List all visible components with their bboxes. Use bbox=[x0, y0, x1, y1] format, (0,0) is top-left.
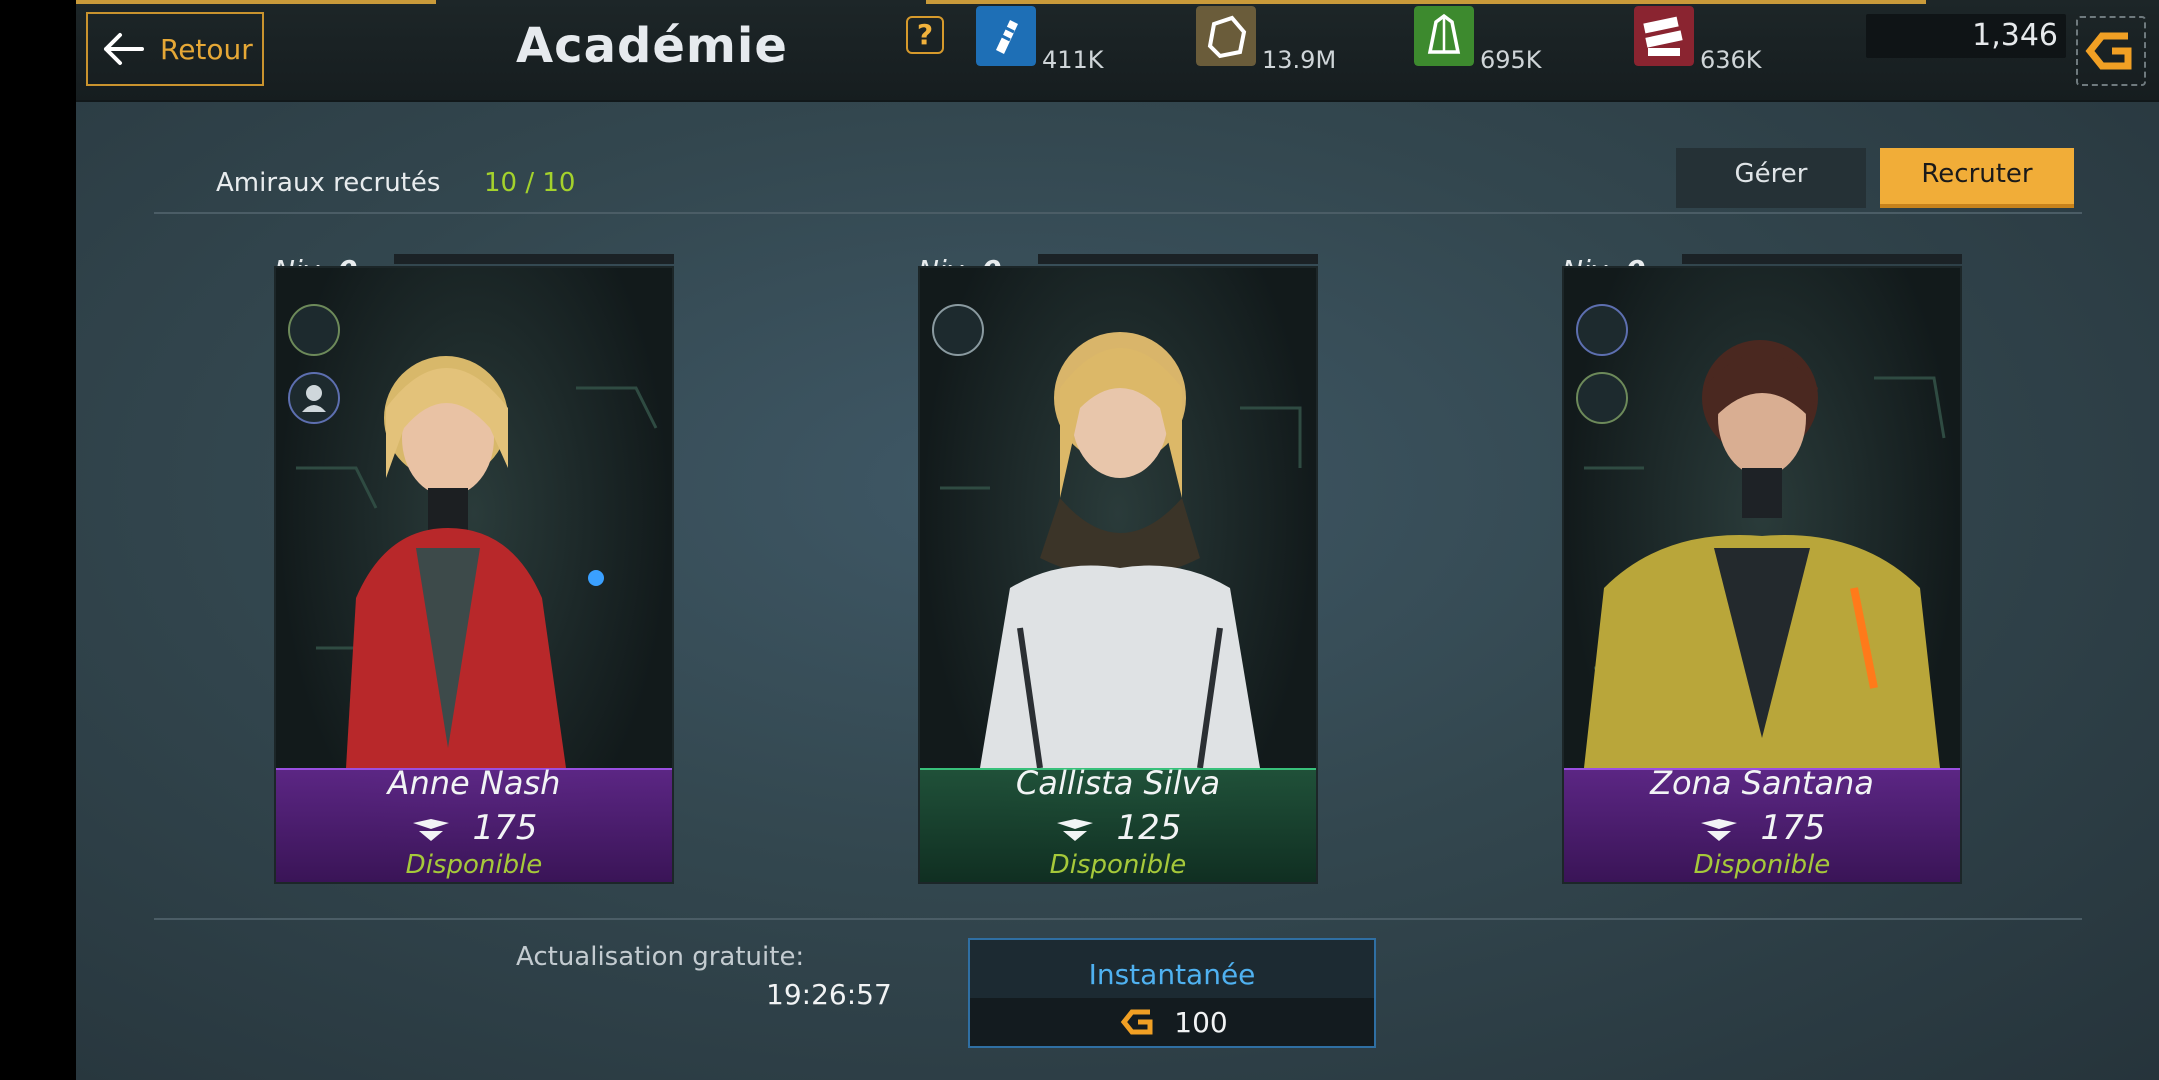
admiral-cost: 175 bbox=[276, 808, 672, 848]
card-top-bar bbox=[1682, 254, 1962, 264]
admiral-card-callista-silva[interactable]: Niv.0 Callista Silva 125 bbox=[918, 254, 1318, 884]
free-refresh-timer: 19:26:57 bbox=[766, 978, 892, 1011]
recruited-admirals-label: Amiraux recrutés bbox=[216, 168, 441, 198]
person-icon bbox=[302, 385, 326, 412]
resource-alloy-value: 636K bbox=[1700, 46, 1762, 74]
alloy-bars-icon bbox=[1634, 6, 1694, 66]
top-decor-line bbox=[926, 0, 1926, 4]
ship-badge-icon[interactable] bbox=[1576, 304, 1628, 356]
game-screen: Retour Académie ? 411K 13.9M 695K 636K 1… bbox=[76, 0, 2159, 1080]
rank-chevron-icon bbox=[412, 818, 449, 841]
back-button[interactable]: Retour bbox=[86, 12, 264, 86]
crystal-icon bbox=[1414, 6, 1474, 66]
card-frame: Zona Santana 175 Disponible bbox=[1562, 266, 1962, 884]
top-decor-line bbox=[76, 0, 436, 4]
tab-recruit[interactable]: Recruter bbox=[1880, 148, 2074, 208]
gold-purchase-button[interactable] bbox=[2076, 16, 2146, 86]
resource-energy-value: 411K bbox=[1042, 46, 1104, 74]
back-label: Retour bbox=[160, 32, 253, 66]
admiral-name: Anne Nash bbox=[387, 764, 561, 802]
tab-manage[interactable]: Gérer bbox=[1676, 148, 1866, 208]
gold-balance: 1,346 bbox=[1866, 14, 2066, 58]
card-info-panel: Anne Nash 175 Disponible bbox=[276, 764, 672, 882]
role-badge-icon[interactable] bbox=[288, 372, 340, 424]
card-top-bar bbox=[1038, 254, 1318, 264]
rank-chevron-icon bbox=[1700, 818, 1737, 841]
admiral-cost: 175 bbox=[1564, 808, 1960, 848]
instant-refresh-cost: 100 bbox=[970, 998, 1374, 1046]
card-frame: Callista Silva 125 Disponible bbox=[918, 266, 1318, 884]
resource-ore-value: 13.9M bbox=[1262, 46, 1337, 74]
admiral-name: Zona Santana bbox=[1650, 764, 1874, 802]
admiral-cost-value: 125 bbox=[1116, 808, 1182, 848]
page-title: Académie bbox=[516, 18, 788, 74]
rank-chevron-icon bbox=[1056, 818, 1093, 841]
arrow-left-icon bbox=[104, 33, 144, 65]
skill-badge-icon[interactable] bbox=[932, 304, 984, 356]
card-top-bar bbox=[394, 254, 674, 264]
free-refresh-label: Actualisation gratuite: bbox=[516, 942, 805, 972]
card-info-panel: Zona Santana 175 Disponible bbox=[1564, 764, 1960, 882]
ore-rock-icon bbox=[1196, 6, 1256, 66]
admiral-cost: 125 bbox=[920, 808, 1316, 848]
admiral-cost-value: 175 bbox=[472, 808, 538, 848]
admiral-card-anne-nash[interactable]: Niv.0 Anne Nas bbox=[274, 254, 674, 884]
gold-g-icon bbox=[2085, 32, 2132, 70]
recruited-admirals-count: 10 / 10 bbox=[484, 168, 576, 198]
energy-cell-icon bbox=[976, 6, 1036, 66]
admiral-status: Disponible bbox=[1049, 850, 1187, 880]
card-frame: Anne Nash 175 Disponible bbox=[274, 266, 674, 884]
admiral-status: Disponible bbox=[405, 850, 543, 880]
divider bbox=[154, 918, 2082, 920]
card-info-panel: Callista Silva 125 Disponible bbox=[920, 764, 1316, 882]
instant-refresh-label: Instantanée bbox=[1088, 958, 1256, 991]
instant-refresh-button[interactable]: Instantanée 100 bbox=[968, 938, 1376, 1048]
skill-badge-icon[interactable] bbox=[288, 304, 340, 356]
gold-value: 1,346 bbox=[1972, 18, 2058, 53]
top-bar: Retour Académie ? 411K 13.9M 695K 636K 1… bbox=[76, 0, 2159, 102]
admiral-name: Callista Silva bbox=[1015, 764, 1221, 802]
help-icon[interactable]: ? bbox=[906, 16, 944, 54]
gold-g-icon bbox=[1121, 1009, 1153, 1035]
admiral-card-zona-santana[interactable]: Niv.0 Zona Santana bbox=[1562, 254, 1962, 884]
admiral-status: Disponible bbox=[1693, 850, 1831, 880]
divider bbox=[154, 212, 2082, 214]
resource-crystal-value: 695K bbox=[1480, 46, 1542, 74]
structure-badge-icon[interactable] bbox=[1576, 372, 1628, 424]
instant-refresh-cost-value: 100 bbox=[1174, 1005, 1228, 1039]
admiral-cost-value: 175 bbox=[1760, 808, 1826, 848]
